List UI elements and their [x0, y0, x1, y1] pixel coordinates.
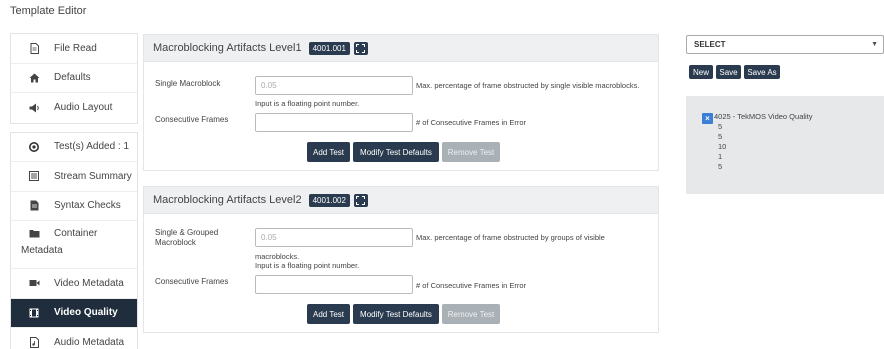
- film-icon: [27, 308, 41, 318]
- folder-icon: [27, 229, 41, 238]
- new-button[interactable]: New: [689, 65, 713, 79]
- single-macroblock-label: Single Macroblock: [155, 79, 221, 88]
- panel-title: Macroblocking Artifacts Level1: [153, 42, 302, 54]
- test-code-badge: 4001.001: [308, 41, 350, 55]
- list-icon: [27, 171, 41, 182]
- audio-file-icon: [27, 337, 41, 349]
- add-test-button[interactable]: Add Test: [307, 304, 350, 324]
- added-test-value: 5: [718, 132, 723, 141]
- remove-test-button[interactable]: Remove Test: [442, 304, 500, 324]
- consecutive-frames-label: Consecutive Frames: [155, 115, 229, 124]
- save-as-button[interactable]: Save As: [744, 65, 780, 79]
- sidebar-item-label: Defaults: [54, 72, 91, 84]
- sidebar: File Read Defaults Audio Layout Test(s) …: [10, 33, 138, 349]
- sidebar-item-label: Audio Metadata: [54, 337, 125, 349]
- single-macroblock-input[interactable]: [255, 76, 413, 95]
- test-panel-level2: Macroblocking Artifacts Level2 4001.002 …: [143, 186, 659, 333]
- template-select-value: SELECT: [694, 40, 726, 49]
- document-icon: [27, 200, 41, 211]
- sidebar-item-file-read[interactable]: File Read: [11, 34, 137, 64]
- sidebar-item-defaults[interactable]: Defaults: [11, 64, 137, 93]
- sidebar-item-label: Stream Summary: [54, 170, 132, 182]
- panel-title: Macroblocking Artifacts Level2: [153, 194, 302, 206]
- file-icon: [27, 42, 41, 54]
- added-test-name: 4025 - TekMOS Video Quality: [714, 112, 813, 121]
- modify-test-defaults-button[interactable]: Modify Test Defaults: [353, 142, 439, 162]
- page-title: Template Editor: [10, 5, 87, 17]
- sidebar-item-syntax-checks[interactable]: Syntax Checks: [11, 192, 137, 221]
- single-macroblock-hint: Input is a floating point number.: [255, 99, 360, 108]
- sidebar-item-label: Video Metadata: [54, 277, 124, 289]
- remove-test-button[interactable]: Remove Test: [442, 142, 500, 162]
- single-grouped-macroblock-label: Single & Grouped: [155, 228, 219, 237]
- sidebar-item-video-metadata[interactable]: Video Metadata: [11, 269, 137, 299]
- single-grouped-macroblock-hint: Input is a floating point number.: [255, 261, 360, 270]
- sidebar-item-stream-summary[interactable]: Stream Summary: [11, 162, 137, 192]
- consecutive-frames-input[interactable]: [255, 275, 413, 294]
- save-button[interactable]: Save: [716, 65, 741, 79]
- consecutive-frames-description: # of Consecutive Frames in Error: [416, 118, 527, 127]
- sidebar-item-label: File Read: [54, 42, 97, 54]
- sidebar-item-tests-added[interactable]: Test(s) Added : 1: [11, 133, 137, 162]
- sidebar-item-label: Audio Layout: [54, 102, 113, 114]
- add-test-button[interactable]: Add Test: [307, 142, 350, 162]
- panel-header: Macroblocking Artifacts Level1 4001.001: [144, 35, 658, 62]
- chevron-down-icon: ▼: [871, 41, 878, 48]
- circle-dot-icon: [27, 141, 41, 152]
- added-tests-panel: × 4025 - TekMOS Video Quality 5 5 10 1 5: [686, 96, 884, 194]
- single-grouped-macroblock-input[interactable]: [255, 228, 413, 247]
- consecutive-frames-description: # of Consecutive Frames in Error: [416, 281, 527, 290]
- sidebar-item-label: Container: [54, 228, 98, 239]
- consecutive-frames-input[interactable]: [255, 113, 413, 132]
- modify-test-defaults-button[interactable]: Modify Test Defaults: [353, 304, 439, 324]
- template-select[interactable]: SELECT ▼: [686, 35, 884, 54]
- sidebar-item-video-quality[interactable]: Video Quality: [11, 298, 137, 328]
- sidebar-item-label-line2: Metadata: [21, 245, 63, 256]
- single-grouped-macroblock-description: Max. percentage of frame obstructed by g…: [416, 233, 605, 242]
- single-macroblock-description: Max. percentage of frame obstructed by s…: [416, 81, 640, 90]
- sidebar-item-label: Video Quality: [54, 307, 118, 319]
- sidebar-item-audio-layout[interactable]: Audio Layout: [11, 93, 137, 123]
- added-test-value: 10: [718, 142, 727, 151]
- consecutive-frames-label: Consecutive Frames: [155, 277, 229, 286]
- added-test-value: 1: [718, 152, 723, 161]
- expand-icon[interactable]: [353, 193, 368, 207]
- sidebar-group-tests: Test(s) Added : 1 Stream Summary Syntax …: [10, 131, 138, 349]
- sidebar-item-label: Syntax Checks: [54, 200, 121, 212]
- panel-header: Macroblocking Artifacts Level2 4001.002: [144, 187, 658, 214]
- test-code-badge: 4001.002: [308, 193, 350, 207]
- added-test-value: 5: [718, 122, 723, 131]
- sidebar-group-settings: File Read Defaults Audio Layout: [10, 33, 138, 124]
- sidebar-item-audio-metadata[interactable]: Audio Metadata: [11, 328, 137, 349]
- added-test-values: 5 5 10 1 5: [718, 122, 726, 172]
- remove-test-icon[interactable]: ×: [702, 113, 713, 124]
- single-grouped-macroblock-label-line2: Macroblock: [155, 238, 196, 247]
- speaker-icon: [27, 103, 41, 113]
- video-camera-icon: [27, 279, 41, 287]
- expand-icon[interactable]: [353, 41, 368, 55]
- test-panel-level1: Macroblocking Artifacts Level1 4001.001 …: [143, 34, 659, 171]
- home-icon: [27, 73, 41, 83]
- sidebar-item-label: Test(s) Added : 1: [54, 141, 130, 153]
- added-test-value: 5: [718, 162, 723, 171]
- single-grouped-macroblock-desc-line2: macroblocks.: [255, 252, 300, 261]
- sidebar-item-container-metadata[interactable]: Container Metadata: [11, 221, 137, 269]
